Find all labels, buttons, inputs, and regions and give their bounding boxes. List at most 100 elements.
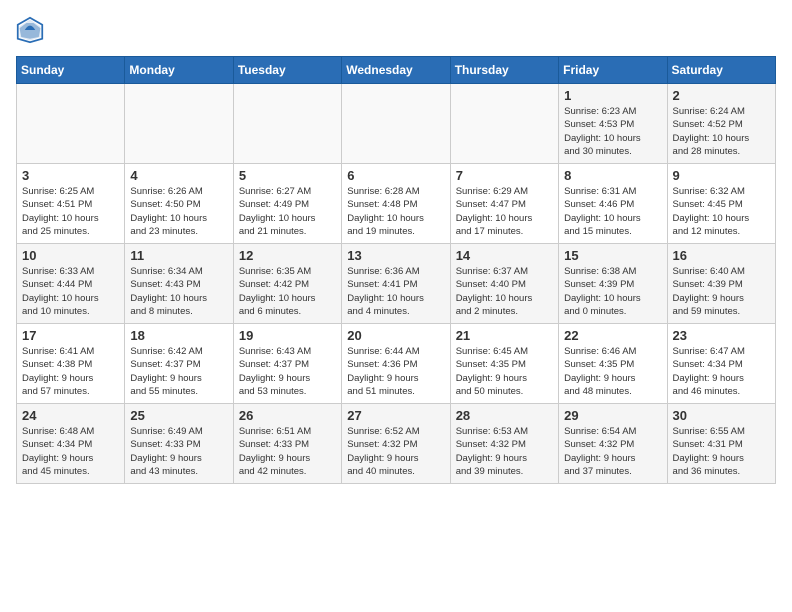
day-number: 9 <box>673 168 770 183</box>
calendar-header-saturday: Saturday <box>667 57 775 84</box>
calendar-cell: 14 Sunrise: 6:37 AM Sunset: 4:40 PM Dayli… <box>450 244 558 324</box>
day-number: 24 <box>22 408 119 423</box>
day-info: Sunrise: 6:41 AM Sunset: 4:38 PM Dayligh… <box>22 345 119 398</box>
day-info: Sunrise: 6:40 AM Sunset: 4:39 PM Dayligh… <box>673 265 770 318</box>
day-info: Sunrise: 6:35 AM Sunset: 4:42 PM Dayligh… <box>239 265 336 318</box>
day-info: Sunrise: 6:47 AM Sunset: 4:34 PM Dayligh… <box>673 345 770 398</box>
calendar-cell: 11 Sunrise: 6:34 AM Sunset: 4:43 PM Dayli… <box>125 244 233 324</box>
day-info: Sunrise: 6:25 AM Sunset: 4:51 PM Dayligh… <box>22 185 119 238</box>
day-info: Sunrise: 6:29 AM Sunset: 4:47 PM Dayligh… <box>456 185 553 238</box>
day-info: Sunrise: 6:23 AM Sunset: 4:53 PM Dayligh… <box>564 105 661 158</box>
calendar-week-2: 3 Sunrise: 6:25 AM Sunset: 4:51 PM Daylig… <box>17 164 776 244</box>
day-number: 28 <box>456 408 553 423</box>
day-info: Sunrise: 6:36 AM Sunset: 4:41 PM Dayligh… <box>347 265 444 318</box>
calendar-cell: 10 Sunrise: 6:33 AM Sunset: 4:44 PM Dayli… <box>17 244 125 324</box>
calendar-header-monday: Monday <box>125 57 233 84</box>
day-number: 2 <box>673 88 770 103</box>
day-info: Sunrise: 6:37 AM Sunset: 4:40 PM Dayligh… <box>456 265 553 318</box>
day-number: 11 <box>130 248 227 263</box>
calendar-cell: 18 Sunrise: 6:42 AM Sunset: 4:37 PM Dayli… <box>125 324 233 404</box>
day-number: 6 <box>347 168 444 183</box>
day-number: 29 <box>564 408 661 423</box>
calendar-cell: 20 Sunrise: 6:44 AM Sunset: 4:36 PM Dayli… <box>342 324 450 404</box>
calendar-cell: 17 Sunrise: 6:41 AM Sunset: 4:38 PM Dayli… <box>17 324 125 404</box>
day-number: 18 <box>130 328 227 343</box>
day-info: Sunrise: 6:44 AM Sunset: 4:36 PM Dayligh… <box>347 345 444 398</box>
day-number: 10 <box>22 248 119 263</box>
day-info: Sunrise: 6:42 AM Sunset: 4:37 PM Dayligh… <box>130 345 227 398</box>
day-info: Sunrise: 6:24 AM Sunset: 4:52 PM Dayligh… <box>673 105 770 158</box>
calendar-cell: 1 Sunrise: 6:23 AM Sunset: 4:53 PM Daylig… <box>559 84 667 164</box>
day-number: 14 <box>456 248 553 263</box>
day-info: Sunrise: 6:31 AM Sunset: 4:46 PM Dayligh… <box>564 185 661 238</box>
logo-icon <box>16 16 44 44</box>
day-number: 21 <box>456 328 553 343</box>
day-number: 12 <box>239 248 336 263</box>
day-info: Sunrise: 6:34 AM Sunset: 4:43 PM Dayligh… <box>130 265 227 318</box>
day-info: Sunrise: 6:32 AM Sunset: 4:45 PM Dayligh… <box>673 185 770 238</box>
day-info: Sunrise: 6:53 AM Sunset: 4:32 PM Dayligh… <box>456 425 553 478</box>
calendar-week-1: 1 Sunrise: 6:23 AM Sunset: 4:53 PM Daylig… <box>17 84 776 164</box>
calendar-header-row: SundayMondayTuesdayWednesdayThursdayFrid… <box>17 57 776 84</box>
calendar-cell: 6 Sunrise: 6:28 AM Sunset: 4:48 PM Daylig… <box>342 164 450 244</box>
calendar-header-wednesday: Wednesday <box>342 57 450 84</box>
day-info: Sunrise: 6:33 AM Sunset: 4:44 PM Dayligh… <box>22 265 119 318</box>
day-number: 4 <box>130 168 227 183</box>
calendar-header-sunday: Sunday <box>17 57 125 84</box>
calendar-cell: 4 Sunrise: 6:26 AM Sunset: 4:50 PM Daylig… <box>125 164 233 244</box>
day-number: 7 <box>456 168 553 183</box>
day-number: 25 <box>130 408 227 423</box>
calendar-cell: 5 Sunrise: 6:27 AM Sunset: 4:49 PM Daylig… <box>233 164 341 244</box>
calendar-header-friday: Friday <box>559 57 667 84</box>
calendar-cell: 3 Sunrise: 6:25 AM Sunset: 4:51 PM Daylig… <box>17 164 125 244</box>
day-number: 8 <box>564 168 661 183</box>
calendar-cell: 8 Sunrise: 6:31 AM Sunset: 4:46 PM Daylig… <box>559 164 667 244</box>
calendar-cell: 22 Sunrise: 6:46 AM Sunset: 4:35 PM Dayli… <box>559 324 667 404</box>
day-number: 30 <box>673 408 770 423</box>
calendar-week-4: 17 Sunrise: 6:41 AM Sunset: 4:38 PM Dayli… <box>17 324 776 404</box>
day-info: Sunrise: 6:43 AM Sunset: 4:37 PM Dayligh… <box>239 345 336 398</box>
calendar-cell: 25 Sunrise: 6:49 AM Sunset: 4:33 PM Dayli… <box>125 404 233 484</box>
day-number: 20 <box>347 328 444 343</box>
calendar-cell: 12 Sunrise: 6:35 AM Sunset: 4:42 PM Dayli… <box>233 244 341 324</box>
day-info: Sunrise: 6:38 AM Sunset: 4:39 PM Dayligh… <box>564 265 661 318</box>
day-number: 1 <box>564 88 661 103</box>
logo <box>16 16 48 44</box>
day-number: 23 <box>673 328 770 343</box>
calendar-cell: 13Sunrise: 6:36 AM Sunset: 4:41 PM Dayli… <box>342 244 450 324</box>
calendar-cell: 2 Sunrise: 6:24 AM Sunset: 4:52 PM Daylig… <box>667 84 775 164</box>
calendar-cell: 21Sunrise: 6:45 AM Sunset: 4:35 PM Dayli… <box>450 324 558 404</box>
day-number: 17 <box>22 328 119 343</box>
day-number: 27 <box>347 408 444 423</box>
day-number: 16 <box>673 248 770 263</box>
day-info: Sunrise: 6:26 AM Sunset: 4:50 PM Dayligh… <box>130 185 227 238</box>
calendar-cell: 27 Sunrise: 6:52 AM Sunset: 4:32 PM Dayli… <box>342 404 450 484</box>
calendar-cell <box>342 84 450 164</box>
day-info: Sunrise: 6:27 AM Sunset: 4:49 PM Dayligh… <box>239 185 336 238</box>
calendar-cell <box>233 84 341 164</box>
calendar-cell: 29 Sunrise: 6:54 AM Sunset: 4:32 PM Dayli… <box>559 404 667 484</box>
calendar-week-5: 24 Sunrise: 6:48 AM Sunset: 4:34 PM Dayli… <box>17 404 776 484</box>
calendar-cell: 23 Sunrise: 6:47 AM Sunset: 4:34 PM Dayli… <box>667 324 775 404</box>
calendar-cell <box>450 84 558 164</box>
day-number: 26 <box>239 408 336 423</box>
calendar-table: SundayMondayTuesdayWednesdayThursdayFrid… <box>16 56 776 484</box>
calendar-cell: 19Sunrise: 6:43 AM Sunset: 4:37 PM Dayli… <box>233 324 341 404</box>
day-info: Sunrise: 6:51 AM Sunset: 4:33 PM Dayligh… <box>239 425 336 478</box>
day-info: Sunrise: 6:54 AM Sunset: 4:32 PM Dayligh… <box>564 425 661 478</box>
calendar-cell <box>17 84 125 164</box>
page-header <box>16 16 776 44</box>
day-number: 22 <box>564 328 661 343</box>
day-info: Sunrise: 6:52 AM Sunset: 4:32 PM Dayligh… <box>347 425 444 478</box>
day-info: Sunrise: 6:55 AM Sunset: 4:31 PM Dayligh… <box>673 425 770 478</box>
day-number: 3 <box>22 168 119 183</box>
day-info: Sunrise: 6:28 AM Sunset: 4:48 PM Dayligh… <box>347 185 444 238</box>
calendar-header-tuesday: Tuesday <box>233 57 341 84</box>
calendar-cell: 26 Sunrise: 6:51 AM Sunset: 4:33 PM Dayli… <box>233 404 341 484</box>
day-info: Sunrise: 6:48 AM Sunset: 4:34 PM Dayligh… <box>22 425 119 478</box>
calendar-cell <box>125 84 233 164</box>
day-info: Sunrise: 6:49 AM Sunset: 4:33 PM Dayligh… <box>130 425 227 478</box>
day-number: 5 <box>239 168 336 183</box>
day-info: Sunrise: 6:46 AM Sunset: 4:35 PM Dayligh… <box>564 345 661 398</box>
calendar-cell: 24 Sunrise: 6:48 AM Sunset: 4:34 PM Dayli… <box>17 404 125 484</box>
